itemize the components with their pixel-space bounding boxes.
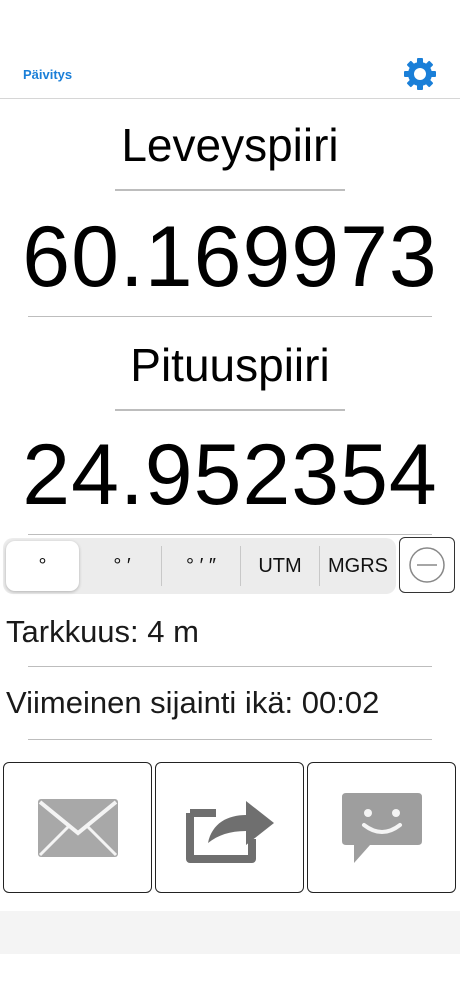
divider <box>28 739 432 740</box>
remove-button[interactable] <box>399 537 455 593</box>
share-icon <box>185 800 274 863</box>
format-option-mgrs[interactable]: MGRS <box>320 538 396 594</box>
refresh-button[interactable]: Päivitys <box>23 67 72 82</box>
message-bubble-icon <box>341 792 422 863</box>
longitude-label-underline <box>115 409 345 411</box>
format-option-utm[interactable]: UTM <box>241 538 319 594</box>
divider <box>28 666 432 667</box>
format-option-degrees[interactable]: ° <box>6 541 79 591</box>
minus-circle-icon <box>409 547 445 583</box>
coordinate-format-selector: ° ° ′ ° ′ ″ UTM MGRS <box>3 538 396 594</box>
divider <box>28 534 432 535</box>
message-button[interactable] <box>307 762 456 893</box>
format-option-degrees-minutes[interactable]: ° ′ <box>83 538 161 594</box>
navigation-bar: Päivitys <box>0 0 460 99</box>
longitude-label: Pituuspiiri <box>130 339 330 391</box>
bottom-bar <box>0 911 460 954</box>
envelope-icon <box>37 798 118 857</box>
latitude-value: 60.169973 <box>22 209 438 305</box>
accuracy-text: Tarkkuus: 4 m <box>6 614 199 649</box>
email-button[interactable] <box>3 762 152 893</box>
longitude-value: 24.952354 <box>22 427 438 523</box>
latitude-label: Leveyspiiri <box>121 119 339 171</box>
divider <box>28 316 432 317</box>
gear-icon[interactable] <box>402 56 438 92</box>
last-location-age-text: Viimeinen sijainti ikä: 00:02 <box>6 685 380 720</box>
latitude-label-underline <box>115 189 345 191</box>
share-button[interactable] <box>155 762 304 893</box>
format-option-degrees-minutes-seconds[interactable]: ° ′ ″ <box>162 538 240 594</box>
